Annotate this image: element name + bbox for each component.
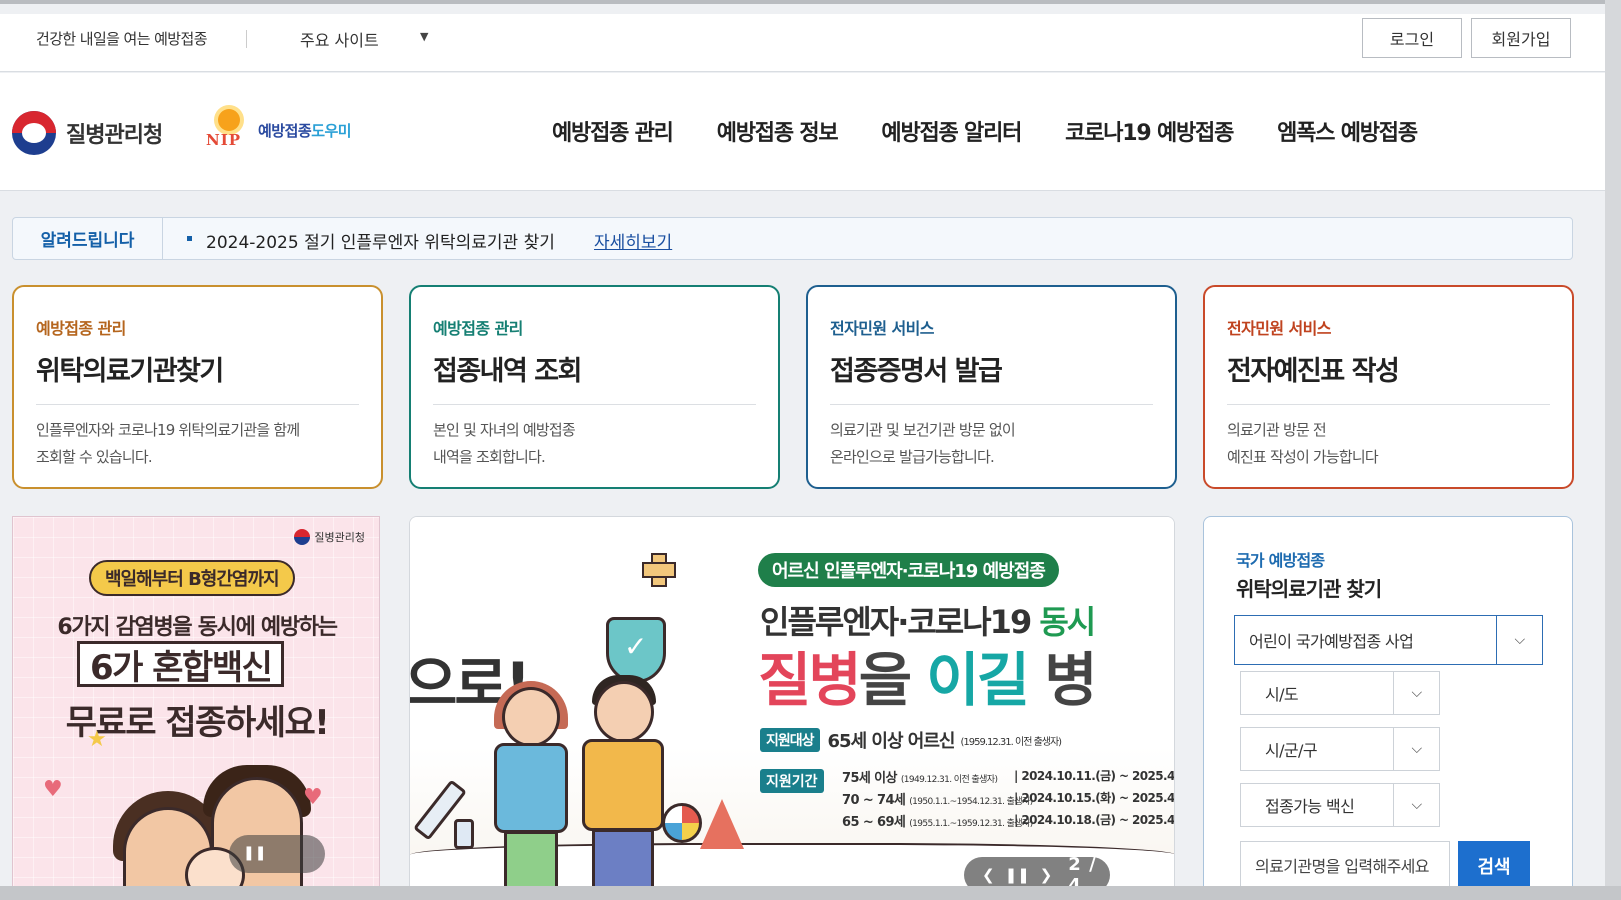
- target-tag: 지원대상: [760, 728, 820, 752]
- login-button[interactable]: 로그인: [1362, 18, 1462, 58]
- nip-logo[interactable]: NIP 예방접종도우미: [206, 109, 352, 151]
- card-title: 전자예진표 작성: [1227, 349, 1550, 405]
- banner-pause-button[interactable]: ❚❚: [229, 835, 325, 873]
- sigungu-select[interactable]: 시/군/구 ⌵: [1240, 727, 1440, 771]
- chevron-down-icon: ⌵: [1393, 784, 1439, 826]
- site-slogan: 건강한 내일을 여는 예방접종: [36, 30, 208, 48]
- schedule-row: 75세 이상 (1949.12.31. 이전 출생자) | 2024.10.11.…: [842, 769, 1175, 786]
- taegeuk-emblem-icon: [294, 529, 311, 545]
- vaccine-select[interactable]: 접종가능 백신 ⌵: [1240, 783, 1440, 827]
- card-vaccination-certificate[interactable]: 전자민원 서비스 접종증명서 발급 의료기관 및 보건기관 방문 없이 온라인으로…: [806, 285, 1177, 489]
- heart-icon: ♥: [303, 785, 323, 810]
- schedule-row: 70 ~ 74세 (1950.1.1.~1954.12.31. 출생자) | 20…: [842, 791, 1175, 808]
- utility-bar: 건강한 내일을 여는 예방접종 주요 사이트 ▼ 로그인 회원가입: [0, 14, 1605, 72]
- nip-letters: NIP: [206, 131, 242, 149]
- boy-illustration: [578, 675, 668, 897]
- kdca-logo-text: 질병관리청: [66, 123, 163, 148]
- pause-icon[interactable]: ❚❚: [1005, 866, 1030, 884]
- banner-headline-large: 질병을 이길 병: [758, 646, 1098, 714]
- card-vaccination-history[interactable]: 예방접종 관리 접종내역 조회 본인 및 자녀의 예방접종 내역을 조회합니다.: [409, 285, 780, 489]
- finder-title: 위탁의료기관 찾기: [1236, 577, 1382, 601]
- nav-mpox-vaccination[interactable]: 엠폭스 예방접종: [1277, 115, 1418, 147]
- banner-org-mark: 질병관리청: [294, 529, 365, 545]
- card-category: 전자민원 서비스: [1227, 319, 1331, 338]
- card-description: 의료기관 방문 전 예진표 작성이 가능합니다: [1227, 421, 1379, 466]
- divider: [246, 30, 247, 48]
- notice-bar: 알려드립니다 2024-2025 절기 인플루엔자 위탁의료기관 찾기 자세히보…: [12, 217, 1573, 260]
- horizontal-scrollbar[interactable]: [0, 886, 1621, 900]
- cross-icon: [642, 553, 676, 587]
- chevron-left-icon[interactable]: ❮: [982, 866, 995, 884]
- sido-select[interactable]: 시/도 ⌵: [1240, 671, 1440, 715]
- card-find-clinic[interactable]: 예방접종 관리 위탁의료기관찾기 인플루엔자와 코로나19 위탁의료기관을 함께…: [12, 285, 383, 489]
- card-category: 예방접종 관리: [36, 319, 126, 338]
- nip-logo-text: 예방접종도우미: [258, 121, 352, 140]
- combo-vaccine-banner[interactable]: 질병관리청 백일해부터 B형간염까지 6가지 감염병을 동시에 예방하는 6가 …: [12, 516, 380, 900]
- target-row: 지원대상 65세 이상 어르신 (1959.12.31. 이전 출생자): [760, 727, 1062, 753]
- pause-icon: ❚❚: [243, 845, 267, 861]
- card-title: 접종증명서 발급: [830, 349, 1153, 405]
- search-button[interactable]: 검색: [1458, 841, 1530, 891]
- flu-covid-banner[interactable]: 으로! ✓ 어르신 인플루엔자·코로나19 예방접종 인플루엔자·코로나19 동…: [409, 516, 1175, 900]
- window-top-edge: [0, 0, 1621, 4]
- ball-icon: [662, 803, 702, 843]
- girl-illustration: [488, 681, 574, 897]
- card-title: 접종내역 조회: [433, 349, 756, 405]
- nav-vaccination-info[interactable]: 예방접종 정보: [717, 115, 839, 147]
- banner-tagline: 백일해부터 B형간염까지: [89, 560, 295, 596]
- heart-icon: ♥: [43, 777, 63, 802]
- clinic-finder-panel: 국가 예방접종 위탁의료기관 찾기 어린이 국가예방접종 사업 ⌵ 시/도 ⌵ 시/…: [1203, 516, 1573, 900]
- bullet-icon: [187, 236, 192, 241]
- card-description: 의료기관 및 보건기관 방문 없이 온라인으로 발급가능합니다.: [830, 421, 1016, 466]
- main-header: 질병관리청 NIP 예방접종도우미 예방접종 관리 예방접종 정보 예방접종 알…: [0, 73, 1605, 191]
- main-nav: 예방접종 관리 예방접종 정보 예방접종 알리터 코로나19 예방접종 엠폭스 …: [552, 115, 1461, 147]
- notice-more-link[interactable]: 자세히보기: [594, 228, 672, 253]
- vial-icon: [454, 819, 474, 849]
- chevron-down-icon: ⌵: [1393, 672, 1439, 714]
- taegeuk-emblem-icon: [12, 111, 56, 155]
- family-illustration: [73, 747, 333, 899]
- banner-headline: 무료로 접종하세요!: [65, 703, 330, 743]
- banner-headline: 6가 혼합백신: [77, 641, 285, 688]
- banner-tagline: 어르신 인플루엔자·코로나19 예방접종: [758, 553, 1059, 587]
- nav-vaccination-management[interactable]: 예방접종 관리: [552, 115, 674, 147]
- kdca-logo[interactable]: 질병관리청: [12, 111, 163, 155]
- clinic-name-input[interactable]: [1240, 841, 1450, 891]
- card-category: 예방접종 관리: [433, 319, 523, 338]
- signup-button[interactable]: 회원가입: [1471, 18, 1571, 58]
- program-select[interactable]: 어린이 국가예방접종 사업 ⌵: [1234, 615, 1543, 665]
- caret-down-icon[interactable]: ▼: [420, 30, 428, 43]
- chevron-down-icon: ⌵: [1393, 728, 1439, 770]
- banner-line: 6가지 감염병을 동시에 예방하는: [57, 615, 338, 640]
- card-description: 본인 및 자녀의 예방접종 내역을 조회합니다.: [433, 421, 576, 466]
- star-icon: ★: [87, 727, 107, 752]
- notice-text[interactable]: 2024-2025 절기 인플루엔자 위탁의료기관 찾기: [206, 228, 555, 253]
- card-category: 전자민원 서비스: [830, 319, 934, 338]
- nav-covid19-vaccination[interactable]: 코로나19 예방접종: [1065, 115, 1234, 147]
- shield-check-icon: ✓: [606, 617, 666, 683]
- chevron-down-icon: ⌵: [1496, 616, 1542, 664]
- chevron-right-icon[interactable]: ❯: [1040, 866, 1053, 884]
- toy-cone-icon: [700, 799, 744, 849]
- period-tag: 지원기간: [760, 769, 824, 793]
- nav-vaccination-alerts[interactable]: 예방접종 알리터: [881, 115, 1022, 147]
- period-row: 지원기간: [760, 769, 832, 793]
- notice-label: 알려드립니다: [13, 218, 163, 259]
- nip-sun-icon: NIP: [206, 109, 252, 151]
- card-e-prescreening[interactable]: 전자민원 서비스 전자예진표 작성 의료기관 방문 전 예진표 작성이 가능합니다: [1203, 285, 1574, 489]
- finder-subtitle: 국가 예방접종: [1236, 551, 1325, 570]
- schedule-row: 65 ~ 69세 (1955.1.1.~1959.12.31. 출생자) | 20…: [842, 813, 1175, 830]
- card-description: 인플루엔자와 코로나19 위탁의료기관을 함께 조회할 수 있습니다.: [36, 421, 300, 466]
- major-sites-dropdown[interactable]: 주요 사이트: [300, 27, 379, 51]
- card-title: 위탁의료기관찾기: [36, 349, 359, 405]
- vertical-scrollbar[interactable]: [1605, 0, 1621, 900]
